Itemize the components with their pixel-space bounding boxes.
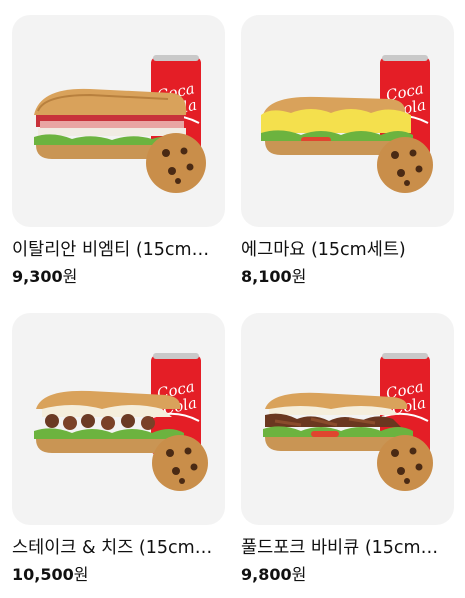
menu-item-name[interactable]: 이탈리안 비엠티 (15cm세트)	[12, 238, 222, 262]
cookie-icon	[377, 435, 433, 491]
sandwich-set-illustration: Coca Cola	[34, 353, 208, 491]
menu-item-name[interactable]: 에그마요 (15cm세트)	[241, 238, 451, 262]
menu-grid: Coca Cola	[0, 0, 465, 598]
menu-item-name[interactable]: 풀드포크 바비큐 (15cm세트)	[241, 536, 451, 560]
menu-card-steak-cheese[interactable]: Coca Cola 스테이크 & 치즈 (15cm세트) 10,500원	[12, 313, 225, 586]
menu-item-price: 8,100원	[241, 267, 307, 286]
cookie-icon	[377, 137, 433, 193]
menu-item-price: 9,800원	[241, 565, 307, 584]
menu-image[interactable]: Coca Cola	[12, 15, 225, 227]
menu-card-egg-mayo[interactable]: Coca Cola 에그마요 (15cm세트) 8,100원	[241, 15, 454, 288]
menu-image[interactable]: Coca Cola	[241, 15, 454, 227]
sandwich-set-illustration: Coca Cola	[34, 55, 206, 193]
menu-item-price: 10,500원	[12, 565, 89, 584]
menu-image[interactable]: Coca Cola	[12, 313, 225, 525]
sandwich-set-illustration: Coca Cola	[263, 353, 433, 491]
menu-image[interactable]: Coca Cola	[241, 313, 454, 525]
menu-card-pulled-pork-bbq[interactable]: Coca Cola 풀드포크 바비큐 (15cm세트) 9,800원	[241, 313, 454, 586]
cookie-icon	[146, 133, 206, 193]
menu-card-italian-bmt[interactable]: Coca Cola	[12, 15, 225, 288]
menu-item-price: 9,300원	[12, 267, 78, 286]
menu-item-name[interactable]: 스테이크 & 치즈 (15cm세트)	[12, 536, 222, 560]
sandwich-set-illustration: Coca Cola	[261, 55, 433, 193]
cookie-icon	[152, 435, 208, 491]
